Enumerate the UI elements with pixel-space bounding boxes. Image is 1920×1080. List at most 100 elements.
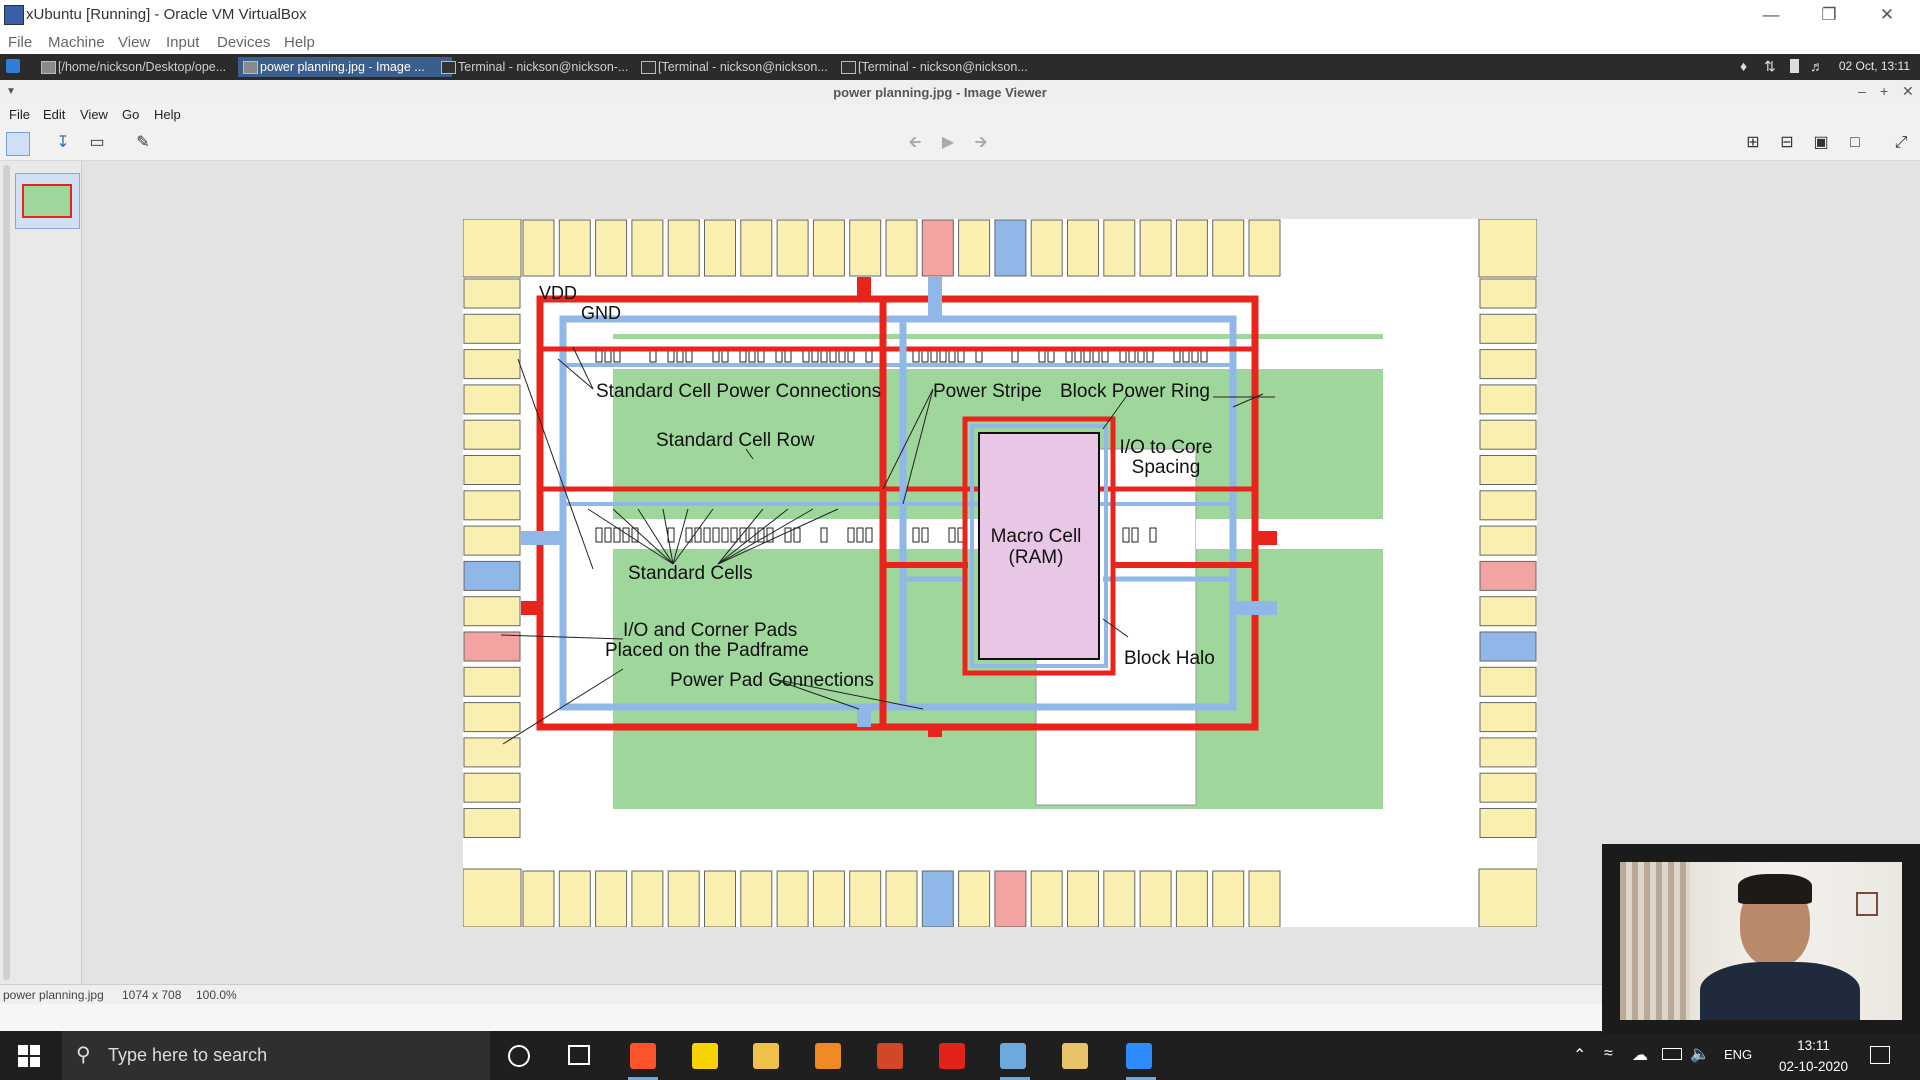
task-view-icon[interactable] — [568, 1045, 590, 1065]
task-image-viewer[interactable]: power planning.jpg - Image ... — [238, 57, 452, 77]
task-terminal-3[interactable]: [Terminal - nickson@nickson... — [836, 57, 1054, 77]
io-pad-right — [1480, 314, 1536, 343]
zoom-100-icon[interactable]: ▣ — [1810, 132, 1832, 154]
vbox-menu-machine[interactable]: Machine — [48, 34, 105, 51]
wifi-icon[interactable]: ≈ — [1604, 1045, 1613, 1063]
menu-help[interactable]: Help — [154, 107, 181, 122]
io-pad-top — [1249, 220, 1280, 276]
file-explorer-icon[interactable] — [753, 1043, 779, 1069]
zoom-out-icon[interactable]: ⊟ — [1776, 132, 1798, 154]
vdd-label: VDD — [539, 283, 577, 303]
battery-icon[interactable] — [1662, 1048, 1682, 1060]
image-viewer-menubar: File Edit View Go Help — [0, 104, 1920, 126]
power-pad-connections-label: Power Pad Connections — [670, 670, 874, 691]
io-pads-label-1: I/O and Corner Pads — [623, 620, 797, 641]
image-thumbnail[interactable] — [15, 173, 80, 229]
io-pad-right — [1480, 456, 1536, 485]
io-pad-left — [464, 632, 520, 661]
io-pad-top — [523, 220, 554, 276]
thumbnail-scrollbar[interactable] — [3, 165, 10, 980]
system-clock[interactable]: 13:11 02-10-2020 — [1779, 1035, 1848, 1077]
panel-clock[interactable]: 02 Oct, 13:11 — [1839, 59, 1910, 73]
sticky-notes-icon[interactable] — [692, 1043, 718, 1069]
battery-icon[interactable] — [1790, 59, 1799, 73]
zoom-in-icon[interactable]: ⊞ — [1742, 132, 1764, 154]
io-pad-bottom — [850, 871, 881, 927]
menu-edit[interactable]: Edit — [43, 107, 65, 122]
minimize-icon[interactable]: — — [1742, 0, 1800, 30]
play-slideshow-icon[interactable]: ▶ — [937, 132, 959, 154]
vbox-menu-file[interactable]: File — [8, 34, 32, 51]
io-pad-top — [850, 220, 881, 276]
std-cells-label: Standard Cells — [628, 563, 753, 584]
fullscreen-icon[interactable]: ⤢ — [1890, 132, 1912, 154]
previous-icon[interactable]: 🡰 — [904, 132, 926, 154]
thumbnail-pane — [0, 161, 82, 984]
task-terminal-2[interactable]: [Terminal - nickson@nickson... — [636, 57, 852, 77]
io-pad-left — [464, 773, 520, 802]
network-icon[interactable]: ⇅ — [1764, 58, 1776, 75]
virtualbox-app-icon — [4, 5, 24, 25]
powerpoint-icon[interactable] — [877, 1043, 903, 1069]
vbox-menu-view[interactable]: View — [118, 34, 150, 51]
vdd-pad-connect-top — [857, 277, 871, 299]
io-pad-top — [1176, 220, 1207, 276]
edit-pencil-icon[interactable]: ✎ — [132, 132, 154, 154]
io-pad-top — [596, 220, 627, 276]
io-pad-right — [1480, 420, 1536, 449]
virtualbox-taskbar-icon[interactable] — [1000, 1043, 1026, 1069]
sublime-text-icon[interactable] — [815, 1043, 841, 1069]
io-pad-bottom — [886, 871, 917, 927]
task-terminal-1[interactable]: Terminal - nickson@nickson-... — [436, 57, 652, 77]
io-pad-right — [1480, 561, 1536, 590]
close-icon[interactable]: ✕ — [1858, 0, 1916, 30]
corner-pad — [463, 869, 521, 927]
brave-browser-icon[interactable] — [630, 1043, 656, 1069]
next-icon[interactable]: 🡲 — [970, 132, 992, 154]
vbox-menu-help[interactable]: Help — [284, 34, 315, 51]
zoom-app-icon[interactable] — [1126, 1043, 1152, 1069]
webcam-overlay[interactable] — [1602, 844, 1920, 1034]
whisker-menu-icon[interactable] — [6, 59, 20, 73]
menu-go[interactable]: Go — [122, 107, 139, 122]
cortana-icon[interactable] — [508, 1045, 530, 1067]
taskbar-search-box[interactable]: ⚲ Type here to search — [62, 1031, 490, 1080]
search-icon: ⚲ — [76, 1042, 91, 1067]
io-core-spacing-label-2: Spacing — [1132, 457, 1201, 478]
io-pad-bottom — [922, 871, 953, 927]
zoom-fit-icon[interactable]: □ — [1844, 132, 1866, 154]
acrobat-reader-icon[interactable] — [939, 1043, 965, 1069]
io-pad-bottom — [523, 871, 554, 927]
minimize-icon[interactable]: – — [1858, 83, 1866, 99]
chevron-up-icon[interactable]: ⌃ — [1573, 1045, 1586, 1065]
io-pad-bottom — [741, 871, 772, 927]
menu-view[interactable]: View — [80, 107, 108, 122]
open-folder-icon[interactable] — [6, 132, 30, 156]
ubuntu-vm-icon[interactable] — [1062, 1043, 1088, 1069]
io-pad-left — [464, 526, 520, 555]
power-planning-diagram: VDD GND Standard Cell Power Connections … — [463, 219, 1537, 927]
vbox-menu-input[interactable]: Input — [166, 34, 199, 51]
windows-start-icon[interactable] — [18, 1045, 40, 1067]
action-center-icon[interactable] — [1870, 1046, 1890, 1064]
delete-icon[interactable]: ▭ — [86, 132, 108, 154]
power-stripe-label: Power Stripe — [933, 381, 1042, 402]
language-indicator[interactable]: ENG — [1724, 1047, 1752, 1062]
speaker-icon[interactable]: 🔈 — [1690, 1044, 1710, 1064]
save-icon[interactable]: ↧ — [52, 132, 74, 154]
maximize-icon[interactable]: + — [1880, 83, 1888, 99]
restore-icon[interactable]: ❐ — [1800, 0, 1858, 30]
menu-file[interactable]: File — [9, 107, 30, 122]
corner-pad — [1479, 869, 1537, 927]
io-pad-top — [1031, 220, 1062, 276]
task-file-manager[interactable]: [/home/nickson/Desktop/ope... — [36, 57, 254, 77]
vdd-pad-connect-bottom — [928, 727, 942, 737]
close-icon[interactable]: ✕ — [1902, 83, 1914, 100]
vbox-menu-devices[interactable]: Devices — [217, 34, 270, 51]
xfce-panel: [/home/nickson/Desktop/ope... power plan… — [0, 54, 1920, 80]
gnd-pad-connect-bottom — [857, 707, 871, 727]
volume-icon[interactable]: ♬ — [1810, 58, 1824, 74]
notification-bell-icon[interactable]: ♦ — [1740, 58, 1747, 74]
io-pad-right — [1480, 809, 1536, 838]
onedrive-icon[interactable]: ☁ — [1632, 1045, 1648, 1065]
